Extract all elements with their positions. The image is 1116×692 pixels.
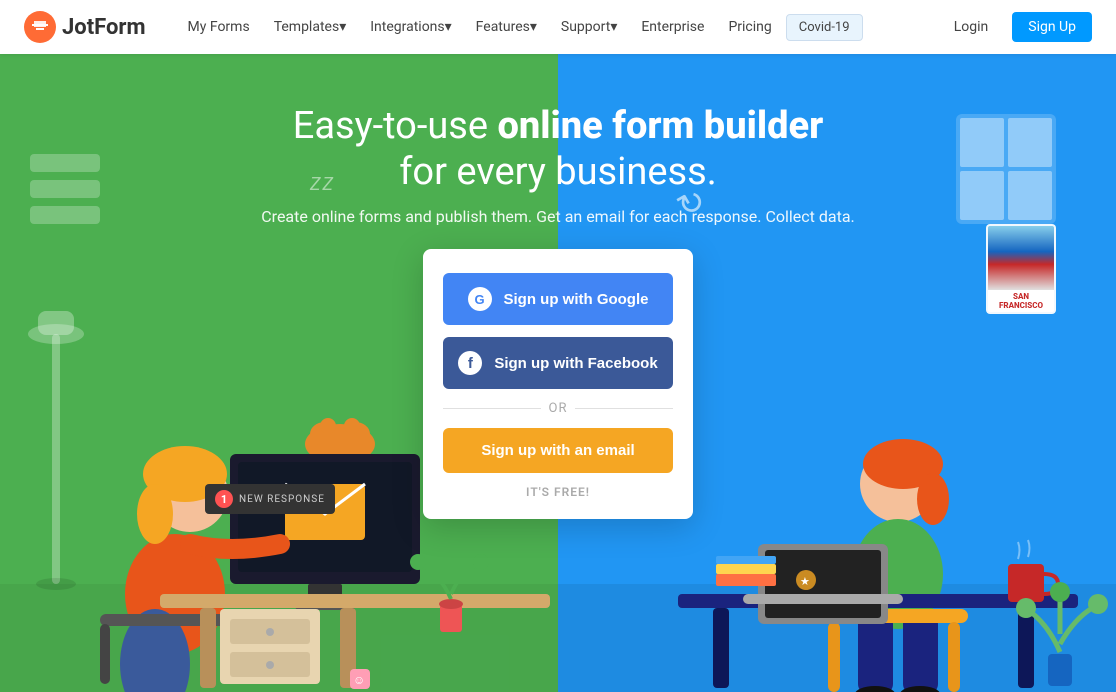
svg-text:☺: ☺: [353, 673, 365, 687]
or-divider: OR: [443, 401, 673, 416]
logo[interactable]: JotForm: [24, 11, 146, 43]
notification-number: 1: [215, 490, 233, 508]
nav-right: Login Sign Up: [938, 12, 1092, 42]
google-signup-label: Sign up with Google: [504, 291, 649, 308]
hero: ZZ: [0, 54, 1116, 692]
notification-badge: 1 NEW RESPONSE: [205, 484, 335, 514]
svg-text:★: ★: [800, 575, 810, 588]
login-button[interactable]: Login: [938, 12, 1005, 42]
nav-my-forms[interactable]: My Forms: [178, 13, 260, 41]
email-signup-button[interactable]: Sign up with an email: [443, 428, 673, 473]
facebook-icon: f: [458, 351, 482, 375]
nav-links: My Forms Templates▾ Integrations▾ Featur…: [178, 13, 938, 41]
logo-icon: [24, 11, 56, 43]
nav-integrations[interactable]: Integrations▾: [360, 13, 461, 41]
signup-card: G Sign up with Google f Sign up with Fac…: [423, 249, 693, 519]
nav-templates[interactable]: Templates▾: [264, 13, 357, 41]
google-signup-button[interactable]: G Sign up with Google: [443, 273, 673, 325]
nav-enterprise[interactable]: Enterprise: [631, 13, 714, 41]
or-text: OR: [549, 401, 568, 416]
google-icon: G: [468, 287, 492, 311]
its-free-label: IT'S FREE!: [443, 485, 673, 499]
facebook-signup-label: Sign up with Facebook: [494, 355, 657, 372]
facebook-signup-button[interactable]: f Sign up with Facebook: [443, 337, 673, 389]
nav-support[interactable]: Support▾: [551, 13, 627, 41]
navbar: JotForm My Forms Templates▾ Integrations…: [0, 0, 1116, 54]
logo-text: JotForm: [62, 15, 146, 40]
email-signup-label: Sign up with an email: [481, 442, 634, 459]
nav-features[interactable]: Features▾: [466, 13, 547, 41]
notification-text: NEW RESPONSE: [239, 494, 325, 505]
nav-covid[interactable]: Covid-19: [786, 14, 863, 41]
signup-nav-button[interactable]: Sign Up: [1012, 12, 1092, 42]
nav-pricing[interactable]: Pricing: [718, 13, 781, 41]
